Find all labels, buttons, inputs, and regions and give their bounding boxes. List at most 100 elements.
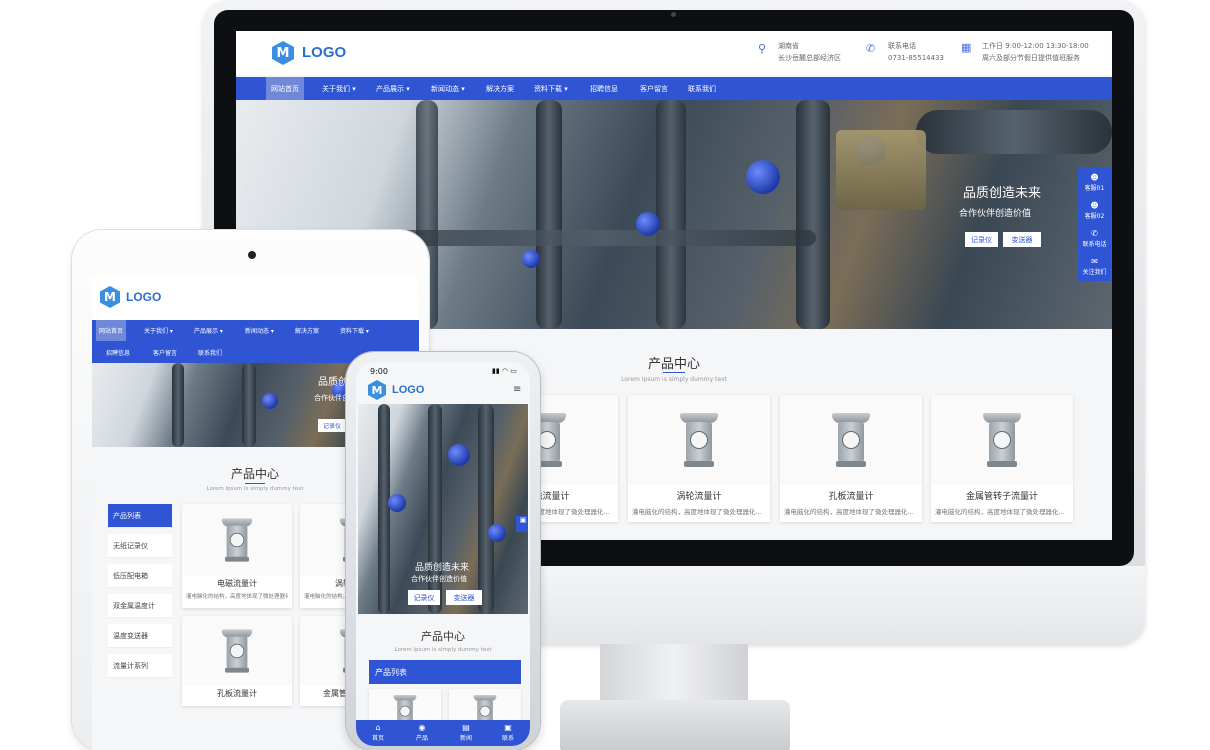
product-name: 孔板流量计 xyxy=(828,492,874,502)
hero-recorder-button[interactable]: 记录仪 xyxy=(965,232,998,247)
nav-item-home[interactable]: 网站首页 xyxy=(266,77,304,100)
nav-item-solutions[interactable]: 解决方案 xyxy=(295,320,319,341)
phone-icon: ✆ xyxy=(866,42,876,55)
chat-icon: ☻ xyxy=(1090,173,1099,182)
hero-recorder-button[interactable]: 记录仪 xyxy=(408,590,440,605)
home-icon: ⌂ xyxy=(375,723,381,732)
wechat-icon: ✉ xyxy=(1091,257,1098,266)
menu-icon[interactable]: ≡ xyxy=(513,384,521,395)
products-title: 产品中心 xyxy=(421,630,465,643)
logo-icon[interactable]: M xyxy=(272,41,294,65)
product-card[interactable]: 孔板流量计 灌电脑化的结构，高度地体现了微处理器化... xyxy=(780,395,922,522)
category-item[interactable]: 无纸记录仪 xyxy=(108,534,172,558)
chat-float-icon[interactable]: ▣ xyxy=(516,516,528,532)
calendar-icon: ▦ xyxy=(961,41,972,54)
nav-item-messages[interactable]: 客户留言 xyxy=(640,77,668,100)
tab-home[interactable]: ⌂ 首页 xyxy=(356,720,400,746)
news-icon: ▤ xyxy=(462,723,470,732)
tab-products[interactable]: ◉ 产品 xyxy=(400,720,444,746)
hero-title: 品质创造未来 xyxy=(963,186,1042,201)
tab-contact[interactable]: ▣ 联系 xyxy=(486,720,530,746)
products-subtitle: Lorem Ipsum is simply dummy text xyxy=(206,486,304,492)
nav-item-news[interactable]: 新闻动态 ▾ xyxy=(431,77,465,100)
hero-recorder-button[interactable]: 记录仪 xyxy=(318,419,346,432)
tab-news[interactable]: ▤ 新闻 xyxy=(444,720,488,746)
product-name: 孔板流量计 xyxy=(217,689,257,698)
category-item[interactable]: 温度变送器 xyxy=(108,624,172,648)
location-value: 长沙岳麓总部经济区 xyxy=(778,54,841,62)
phone-screen: 9:00 ▮▮ ◠ ▭ M LOGO ≡ ▣ 品质创造未来 合作伙伴创造价值 记… xyxy=(356,362,530,746)
hero-transmitter-button[interactable]: 变送器 xyxy=(446,590,482,605)
nav-item-downloads[interactable]: 资料下载 ▾ xyxy=(340,320,369,341)
nav-item-about[interactable]: 关于我们 ▾ xyxy=(144,320,173,341)
category-item[interactable]: 流量计系列 xyxy=(108,654,172,678)
phone-value: 0731-85514433 xyxy=(888,54,944,62)
product-desc: 灌电脑化的结构，高度地体现了微处理器化... xyxy=(186,594,288,600)
nav-item-contact[interactable]: 联系我们 xyxy=(688,77,716,100)
nav-item-solutions[interactable]: 解决方案 xyxy=(486,77,514,100)
title-underline xyxy=(245,483,265,484)
side-tool-service1[interactable]: ☻ 客服01 xyxy=(1078,173,1111,192)
products-title: 产品中心 xyxy=(230,467,279,481)
nav-item-jobs[interactable]: 招聘信息 xyxy=(590,77,618,100)
products-subtitle: Lorem Ipsum is simply dummy text xyxy=(621,376,727,383)
nav-item-products[interactable]: 产品展示 ▾ xyxy=(194,320,223,341)
phone-hero: ▣ 品质创造未来 合作伙伴创造价值 记录仪 变送器 xyxy=(358,404,528,614)
site-header: M LOGO ⚲ 湖南省 长沙岳麓总部经济区 ✆ 联系电话 0731-85514… xyxy=(236,31,1112,75)
phone-status-time: 9:00 xyxy=(370,367,388,376)
product-image xyxy=(182,616,292,686)
side-tool-service2[interactable]: ☻ 客服02 xyxy=(1078,201,1111,220)
product-card[interactable]: 孔板流量计 xyxy=(182,616,292,706)
logo-text[interactable]: LOGO xyxy=(126,290,161,304)
monitor-camera xyxy=(671,12,676,17)
nav-item-products[interactable]: 产品展示 ▾ xyxy=(376,77,410,100)
product-name: 电磁流量计 xyxy=(217,579,257,588)
product-desc: 灌电脑化的结构，高度地体现了微处理器化... xyxy=(784,508,914,516)
nav-item-downloads[interactable]: 资料下载 ▾ xyxy=(534,77,568,100)
hero-subtitle: 合作伙伴创造价值 xyxy=(959,209,1032,219)
side-toolbar: ☻ 客服01 ☻ 客服02 ✆ 联系电话 ✉ 关注我们 xyxy=(1078,167,1111,281)
nav-item-contact[interactable]: 联系我们 xyxy=(198,342,222,363)
nav-item-messages[interactable]: 客户留言 xyxy=(153,342,177,363)
main-nav: 网站首页 关于我们 ▾ 产品展示 ▾ 新闻动态 ▾ 解决方案 资料下载 ▾ 招聘… xyxy=(236,77,1112,100)
category-item[interactable]: 低压配电箱 xyxy=(108,564,172,588)
product-image xyxy=(628,395,770,485)
hero-title: 品质创造未来 xyxy=(415,563,470,573)
product-card[interactable]: 电磁流量计 灌电脑化的结构，高度地体现了微处理器化... xyxy=(182,504,292,608)
product-card[interactable]: 涡轮流量计 灌电脑化的结构，高度地体现了微处理器化... xyxy=(628,395,770,522)
products-subtitle: Lorem Ipsum is simply dummy text xyxy=(394,647,492,653)
nav-item-news[interactable]: 新闻动态 ▾ xyxy=(245,320,274,341)
category-item[interactable]: 产品列表 xyxy=(108,504,172,528)
hours-value: 周六及部分节假日提供值班服务 xyxy=(982,54,1080,62)
nav-item-jobs[interactable]: 招聘信息 xyxy=(106,342,130,363)
phone-label: 联系电话 xyxy=(888,42,916,50)
phone-tabbar: ⌂ 首页 ◉ 产品 ▤ 新闻 ▣ 联系 xyxy=(356,720,530,746)
products-title: 产品中心 xyxy=(647,357,700,372)
location-pin-icon: ⚲ xyxy=(758,42,767,55)
product-image xyxy=(182,504,292,576)
product-name: 金属管转子流量计 xyxy=(965,492,1038,502)
location-label: 湖南省 xyxy=(778,42,799,50)
nav-item-home[interactable]: 网站首页 xyxy=(96,320,127,341)
product-desc: 灌电脑化的结构，高度地体现了微处理器化... xyxy=(935,508,1065,516)
category-item[interactable]: 双金属温度计 xyxy=(108,594,172,618)
monitor-stand-neck xyxy=(600,644,748,706)
title-underline xyxy=(663,372,685,373)
product-image xyxy=(931,395,1073,485)
logo-text[interactable]: LOGO xyxy=(392,384,424,396)
logo-text[interactable]: LOGO xyxy=(302,44,346,61)
side-tool-follow[interactable]: ✉ 关注我们 xyxy=(1078,257,1111,276)
nav-item-about[interactable]: 关于我们 ▾ xyxy=(322,77,356,100)
products-icon: ◉ xyxy=(418,723,426,732)
hours-label: 工作日 9:00-12:00 13:30-18:00 xyxy=(982,42,1089,50)
product-card[interactable]: 金属管转子流量计 灌电脑化的结构，高度地体现了微处理器化... xyxy=(931,395,1073,522)
product-list-header[interactable]: 产品列表 xyxy=(369,660,521,684)
logo-icon[interactable]: M xyxy=(368,380,386,400)
monitor-stand-base xyxy=(560,700,790,750)
tablet-camera xyxy=(248,251,256,259)
logo-icon[interactable]: M xyxy=(100,286,120,308)
hero-transmitter-button[interactable]: 变送器 xyxy=(1003,232,1041,247)
chat-icon: ☻ xyxy=(1090,201,1099,210)
side-tool-phone[interactable]: ✆ 联系电话 xyxy=(1078,229,1111,248)
contact-icon: ▣ xyxy=(504,723,512,732)
